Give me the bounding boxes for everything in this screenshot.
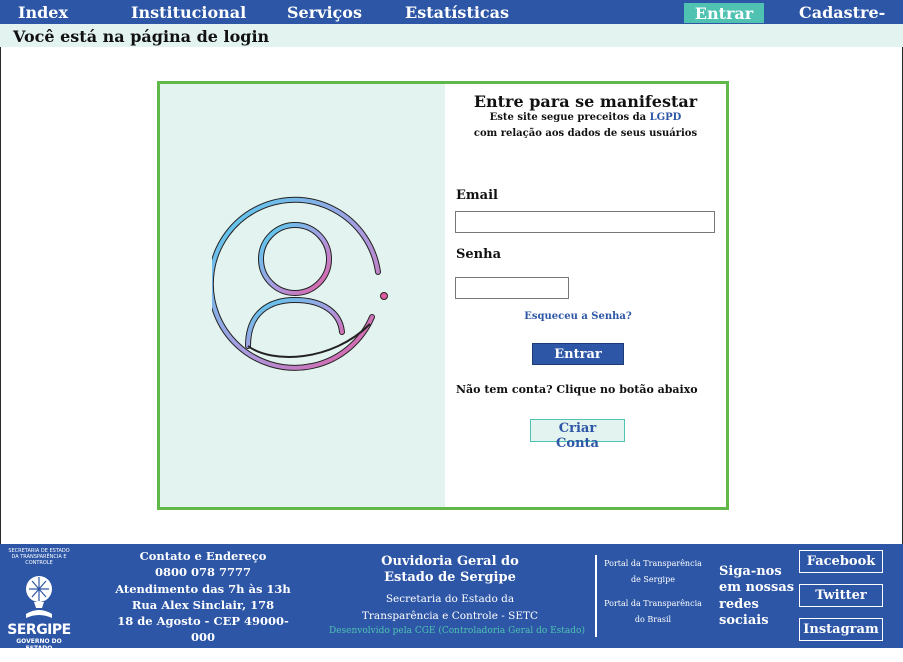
nav-item-entrar[interactable]: Entrar [684,3,764,23]
ouvidoria-line1: Ouvidoria Geral do [381,554,519,569]
portal-brasil-line2: do Brasil [634,615,672,624]
lgpd-link[interactable]: LGPD [650,112,682,123]
facebook-button[interactable]: Facebook [799,550,883,573]
contact-info: Contato e Endereço 0800 078 7777 Atendim… [108,548,298,662]
password-field[interactable] [455,277,569,299]
nav-item-index[interactable]: Index [18,4,68,22]
follow-us-line3: redes [719,596,759,612]
footer-divider [595,555,597,637]
email-field[interactable] [455,211,715,233]
secretaria-line1: Secretaria do Estado da [385,593,515,605]
sergipe-logo: SECRETARIA DE ESTADO DA TRANSPARÊNCIA E … [0,544,77,652]
create-account-button[interactable]: Criar Conta [530,419,625,451]
follow-us-line2: em nossas [719,580,795,596]
emblem-icon [26,576,52,618]
contact-hours: Atendimento das 7h às 13h [115,581,291,596]
forgot-password-link[interactable]: Esqueceu a Senha? [445,311,711,322]
lgpd-notice-line2: com relação aos dados de seus usuários [473,128,698,139]
portal-brasil-line1: Portal da Transparência [604,599,702,608]
no-account-text: Não tem conta? Clique no botão abaixo [456,383,698,396]
contact-phone: 0800 078 7777 [154,565,252,580]
portal-sergipe-link[interactable]: Portal da Transparência de Sergipe [600,556,706,588]
instagram-button[interactable]: Instagram [799,618,883,641]
contact-city: Aracaju - Sergipe [147,646,259,661]
breadcrumb: Você está na página de login [0,24,903,47]
lgpd-notice: Este site segue preceitos da LGPD [445,112,726,123]
footer: SECRETARIA DE ESTADO DA TRANSPARÊNCIA E … [0,544,903,661]
twitter-button[interactable]: Twitter [799,584,883,607]
logo-sergipe-text: SERGIPE [7,622,71,638]
secretaria-line2: Transparência e Controle - SETC [361,609,539,622]
login-card: Entre para se manifestar Este site segue… [157,81,729,510]
lgpd-notice-text: Este site segue preceitos da [489,112,650,123]
breadcrumb-text: Você está na página de login [13,27,270,46]
ouvidoria-line2: Estado de Sergipe [384,570,516,585]
secretaria-name: Secretaria do Estado da Transparência e … [330,591,570,624]
nav-item-institucional[interactable]: Institucional [131,4,246,22]
login-illustration-panel [160,84,445,507]
contact-street: Rua Alex Sinclair, 178 [131,597,275,612]
portal-sergipe-line2: de Sergipe [631,575,675,584]
top-nav: Index Institucional Serviços Estatística… [0,0,903,40]
nav-item-estatisticas[interactable]: Estatísticas [405,4,509,22]
nav-item-servicos[interactable]: Serviços [287,4,362,22]
portal-brasil-link[interactable]: Portal da Transparência do Brasil [600,596,706,628]
senha-label: Senha [456,247,501,262]
logo-governo-text: GOVERNO DO ESTADO [16,638,62,652]
contact-heading: Contato e Endereço [139,549,267,563]
login-button[interactable]: Entrar [532,343,624,365]
developed-by: Desenvolvido pela CGE (Controladoria Ger… [329,626,585,636]
email-label: Email [456,188,498,203]
ouvidoria-title: Ouvidoria Geral do Estado de Sergipe [330,554,570,586]
follow-us-line4: sociais [719,612,769,628]
user-circle-icon [212,196,388,371]
portal-sergipe-line1: Portal da Transparência [604,559,702,568]
login-title: Entre para se manifestar [473,92,698,111]
contact-cep: 18 de Agosto - CEP 49000-000 [117,614,289,645]
follow-us-text: Siga-nos em nossas redes sociais [719,564,794,629]
follow-us-line1: Siga-nos [719,564,782,579]
logo-secretaria-text: SECRETARIA DE ESTADO DA TRANSPARÊNCIA E … [8,548,70,566]
